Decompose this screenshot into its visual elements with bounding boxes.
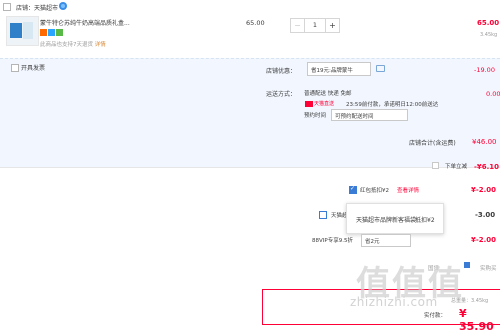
hongbao-checkbox[interactable] xyxy=(349,185,357,194)
quantity-decrease-button[interactable]: − xyxy=(291,19,305,32)
return-note: 此商品也支持7天退货 详情 xyxy=(40,42,106,48)
shipping-label: 运送方式： xyxy=(266,91,297,98)
store-header xyxy=(0,0,500,13)
store-discount-select[interactable]: 省19元:品牌蒙牛 ⌄ xyxy=(307,62,371,76)
store-total-label: 店铺合计(含运费) xyxy=(409,140,456,147)
preorder-label: 预约时间 xyxy=(304,113,327,119)
instant-discount-label: 下单立减 xyxy=(445,164,468,170)
preorder-time-select[interactable]: 可预约配送时间 xyxy=(331,109,408,121)
milk-carton-image xyxy=(23,22,33,39)
store-name[interactable]: 店铺：天猫超市 xyxy=(16,3,58,12)
tmall-logo-icon xyxy=(305,100,313,107)
faint-text-right: 实购买 xyxy=(480,266,497,272)
unit-price: 65.00 xyxy=(246,19,265,27)
tmall-coupon-checkbox[interactable] xyxy=(319,211,327,219)
chevron-down-icon: ⌄ xyxy=(311,64,317,72)
product-weight: 3.45kg xyxy=(480,32,498,38)
vip-discount-label: 88VIP专享9.5折 xyxy=(312,238,353,244)
message-icon[interactable] xyxy=(376,65,385,72)
return-detail-link[interactable]: 详情 xyxy=(95,42,106,48)
invoice-label[interactable]: 开具发票 xyxy=(21,63,45,72)
hongbao-detail-link[interactable]: 查看详情 xyxy=(397,186,419,194)
product-thumbnail[interactable] xyxy=(6,16,39,46)
tag-icon xyxy=(40,29,47,36)
shipping-method: 普通配送 快递 免邮 xyxy=(304,91,352,97)
shipping-fee: 0.00 xyxy=(486,90,500,98)
coupon-tooltip-name: 天猫超市品牌新客福袋 xyxy=(356,217,417,224)
wangwang-chat-icon[interactable] xyxy=(59,2,67,10)
tmall-coupon-value: -3.00 xyxy=(475,211,496,219)
hongbao-label[interactable]: 红包抵扣¥2 xyxy=(360,186,389,194)
delivery-promise: 23:59前付款，承诺明日12:00前送达 xyxy=(346,102,439,108)
payment-total-value: ¥ 35.90 xyxy=(459,307,494,333)
quantity-stepper[interactable]: − 1 + xyxy=(290,18,340,33)
invoice-checkbox[interactable] xyxy=(11,64,19,72)
payment-label: 实付款： xyxy=(424,313,447,319)
product-title[interactable]: 蒙牛特仑苏纯牛奶高端品质礼盒... xyxy=(40,18,160,27)
product-subtotal: 65.00 xyxy=(477,19,500,27)
quantity-input[interactable]: 1 xyxy=(305,19,325,32)
watermark-text: zhizhizhi.com xyxy=(350,295,438,309)
vip-discount-select[interactable]: 省2元 xyxy=(361,234,411,247)
instant-discount-value: -¥6.10 xyxy=(474,163,500,171)
vip-discount-value: ¥-2.00 xyxy=(471,236,497,244)
order-options-panel xyxy=(0,58,500,168)
agree-checkbox[interactable] xyxy=(464,262,470,268)
hongbao-value: ¥-2.00 xyxy=(471,186,497,194)
store-total-value: ¥46.00 xyxy=(472,138,497,146)
instant-discount-checkbox[interactable] xyxy=(432,162,439,169)
milk-box-image xyxy=(10,23,22,38)
store-discount-value: -19.00 xyxy=(474,66,495,74)
tmall-direct-badge: 天猫直送 xyxy=(305,100,334,107)
product-service-tags xyxy=(40,29,64,38)
quantity-increase-button[interactable]: + xyxy=(325,19,339,32)
coupon-tooltip-discount: 抵扣¥2 xyxy=(415,217,435,224)
tag-icon xyxy=(48,29,55,36)
store-checkbox[interactable] xyxy=(3,3,11,11)
tag-icon xyxy=(56,29,63,36)
store-discount-label: 店铺优惠： xyxy=(266,68,297,75)
